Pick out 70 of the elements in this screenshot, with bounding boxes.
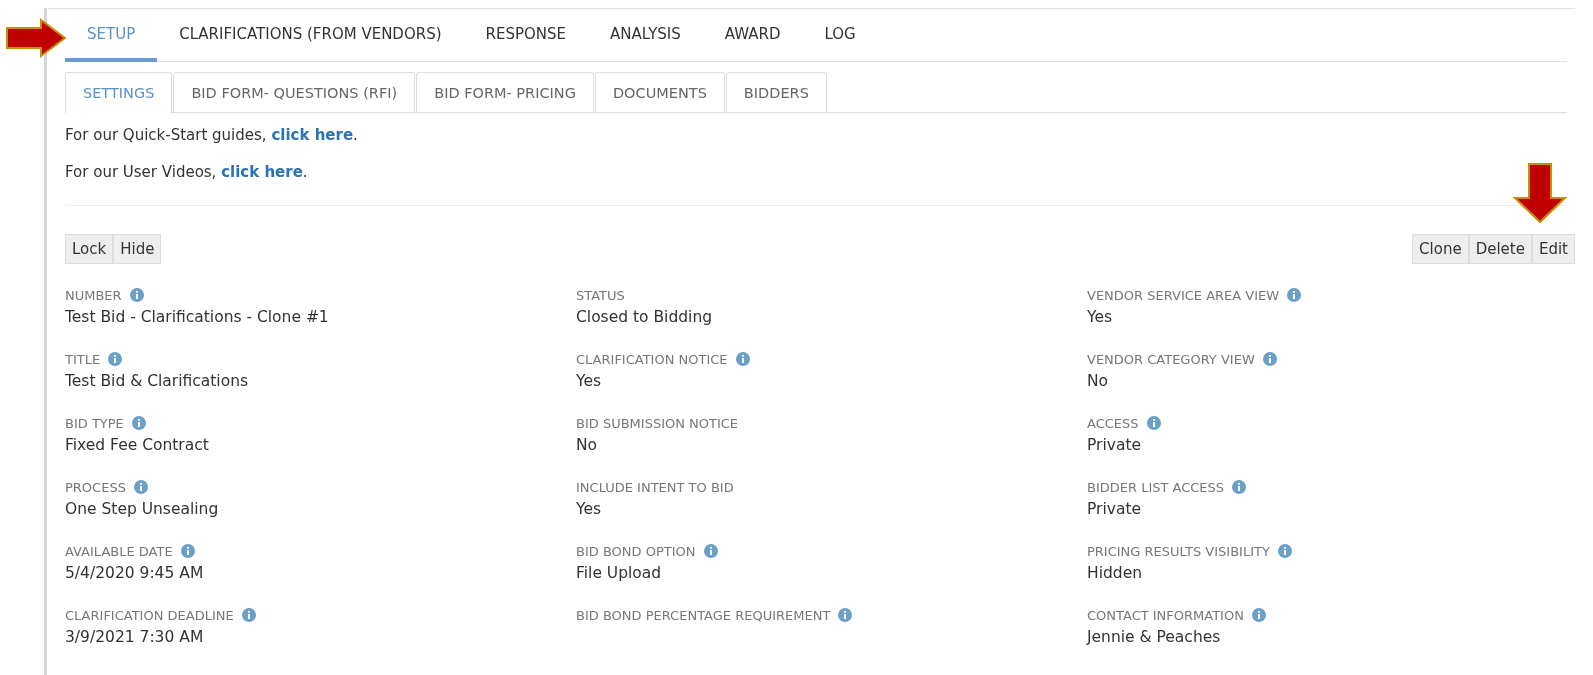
arrow-annotation xyxy=(5,18,67,58)
main-tab[interactable]: ANALYSIS xyxy=(588,9,703,62)
help-text: For our Quick-Start guides, click here. xyxy=(65,126,359,144)
info-icon[interactable] xyxy=(1277,544,1292,558)
field-label: VENDOR SERVICE AREA VIEW xyxy=(1087,287,1280,303)
field-label: PROCESS xyxy=(65,479,126,495)
main-tab[interactable]: AWARD xyxy=(702,9,803,62)
field-label: AVAILABLE DATE xyxy=(65,543,173,559)
field-label: ACCESS xyxy=(1087,415,1139,431)
field-label: INCLUDE INTENT TO BID xyxy=(576,479,734,495)
field-label: BID BOND OPTION xyxy=(576,543,696,559)
toolbar-button[interactable]: Lock xyxy=(65,234,114,264)
field-value: One Step Unsealing xyxy=(65,500,220,518)
main-tab[interactable]: CLARIFICATIONS (FROM VENDORS) xyxy=(157,9,464,62)
main-tab[interactable]: RESPONSE xyxy=(463,9,589,62)
toolbar-button[interactable]: Delete xyxy=(1468,234,1532,264)
field-value: 5/4/2020 9:45 AM xyxy=(65,564,205,582)
field-label: BID TYPE xyxy=(65,415,124,431)
field-value: No xyxy=(576,436,599,454)
help-link[interactable]: click here xyxy=(271,126,354,144)
field-value: Jennie & Peaches xyxy=(1087,628,1222,646)
field-label: BID SUBMISSION NOTICE xyxy=(576,415,739,431)
info-icon[interactable] xyxy=(131,416,146,430)
field-value: Yes xyxy=(1087,308,1114,326)
field-value: Yes xyxy=(576,500,603,518)
field-value: Fixed Fee Contract xyxy=(65,436,210,454)
info-icon[interactable] xyxy=(1287,288,1302,302)
field-label: BIDDER LIST ACCESS xyxy=(1087,479,1225,495)
field-label: CONTACT INFORMATION xyxy=(1087,607,1244,623)
field-value: Private xyxy=(1087,436,1143,454)
toolbar-button[interactable]: Hide xyxy=(113,234,162,264)
info-icon[interactable] xyxy=(703,544,718,558)
field-label: NUMBER xyxy=(65,287,122,303)
help-text: For our User Videos, click here. xyxy=(65,163,309,181)
info-icon[interactable] xyxy=(133,480,148,494)
info-icon[interactable] xyxy=(838,608,853,622)
field-label: VENDOR CATEGORY VIEW xyxy=(1087,351,1255,367)
field-value: File Upload xyxy=(576,564,663,582)
field-value: Hidden xyxy=(1087,564,1143,582)
field-label: CLARIFICATION DEADLINE xyxy=(65,607,234,623)
info-icon[interactable] xyxy=(1251,608,1266,622)
field-label: PRICING RESULTS VISIBILITY xyxy=(1087,543,1270,559)
field-value: No xyxy=(1087,372,1110,390)
info-icon[interactable] xyxy=(1232,480,1247,494)
field-value: 3/9/2021 7:30 AM xyxy=(65,628,205,646)
field-value: Yes xyxy=(576,372,603,390)
main-tab[interactable]: LOG xyxy=(802,9,878,62)
info-icon[interactable] xyxy=(1146,416,1161,430)
info-icon[interactable] xyxy=(241,608,256,622)
field-label: CLARIFICATION NOTICE xyxy=(576,351,728,367)
info-icon[interactable] xyxy=(1262,352,1277,366)
field-label: BID BOND PERCENTAGE REQUIREMENT xyxy=(576,607,831,623)
info-icon[interactable] xyxy=(108,352,123,366)
toolbar-button[interactable]: Edit xyxy=(1531,234,1575,264)
info-icon[interactable] xyxy=(180,544,195,558)
arrow-annotation xyxy=(1513,162,1567,224)
field-value: Private xyxy=(1087,500,1143,518)
toolbar-button[interactable]: Clone xyxy=(1412,234,1469,264)
sub-tab[interactable]: BID FORM- PRICING xyxy=(416,72,594,112)
field-label: TITLE xyxy=(65,351,101,367)
sub-tab[interactable]: DOCUMENTS xyxy=(594,72,725,112)
field-value: Test Bid & Clarifications xyxy=(65,372,250,390)
field-value: Closed to Bidding xyxy=(576,308,714,326)
help-link[interactable]: click here xyxy=(221,163,303,181)
sub-tab[interactable]: BIDDERS xyxy=(725,72,827,112)
info-icon[interactable] xyxy=(129,288,144,302)
sub-tab[interactable]: BID FORM- QUESTIONS (RFI) xyxy=(173,72,416,112)
field-label: STATUS xyxy=(576,287,625,303)
info-icon[interactable] xyxy=(735,352,750,366)
field-value: Test Bid - Clarifications - Clone #1 xyxy=(65,308,330,326)
